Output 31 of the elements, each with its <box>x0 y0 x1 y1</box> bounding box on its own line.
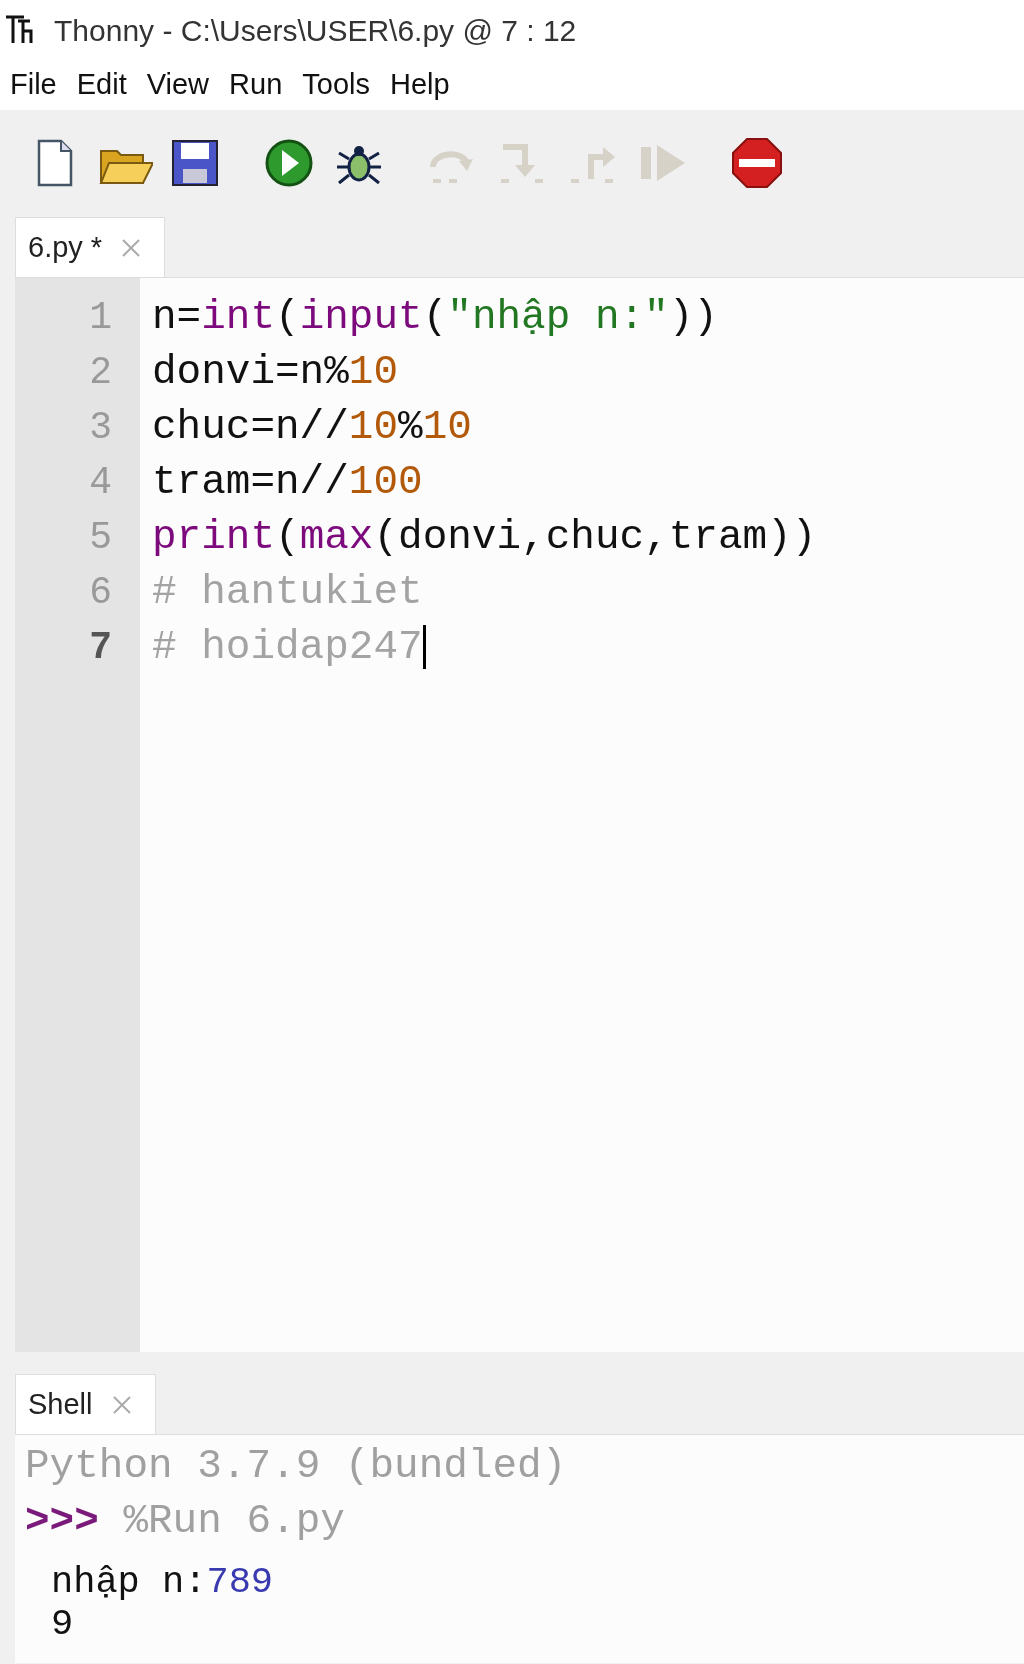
line-number: 5 <box>88 515 113 561</box>
menu-item[interactable]: Help <box>379 63 460 107</box>
line-number: 1 <box>88 295 113 341</box>
code-line: print(max(donvi,chuc,tram)) <box>152 513 817 562</box>
editor-tab[interactable]: Shell <box>15 1374 156 1434</box>
line-number: 4 <box>88 460 113 506</box>
shell-prompt: >>> <box>25 1498 99 1544</box>
code-line: tram=n//100 <box>152 458 424 507</box>
version-text: Python 3.7.9 (bundled) <box>25 1442 568 1491</box>
text-cursor <box>422 625 426 670</box>
editor-tab[interactable]: 6.py * <box>15 217 166 277</box>
code-line: # hoidap247 <box>152 620 817 675</box>
menu-item[interactable]: View <box>136 63 220 107</box>
code-line: n=int(input("nhập n:")) <box>152 293 719 342</box>
window-title: Thonny - C:\Users\USER\6.py @ 7 : 12 <box>54 12 577 49</box>
shell-output: nhập n:789 <box>50 1561 275 1603</box>
line-number: 3 <box>88 405 113 451</box>
menu-item[interactable]: Edit <box>66 63 137 107</box>
line-number: 2 <box>88 350 113 396</box>
code-line: chuc=n//10%10 <box>152 403 473 452</box>
line-number: 7 <box>88 625 113 671</box>
shell-output: 9 <box>50 1603 75 1645</box>
shell-panel[interactable]: Python 3.7.9 (bundled) >>> %Run 6.py nhập n:789 9 <box>15 1434 1024 1663</box>
menu-item[interactable]: Run <box>219 63 293 107</box>
menu-item[interactable]: File <box>0 63 67 107</box>
menu-item[interactable]: Tools <box>292 63 380 107</box>
line-number: 6 <box>88 570 113 616</box>
code-line: # hantukiet <box>152 568 424 617</box>
code-editor[interactable]: 1 2 3 4 5 6 7 n=int(input("nhập n:")) donvi=n%10 chuc=n//10%10 tram=n//100 print(max(donvi,chuc,tram)) # hantukiet # hoidap247 <box>15 277 1024 1352</box>
code-line: donvi=n%10 <box>152 348 400 397</box>
shell-command: %Run 6.py <box>122 1498 345 1544</box>
